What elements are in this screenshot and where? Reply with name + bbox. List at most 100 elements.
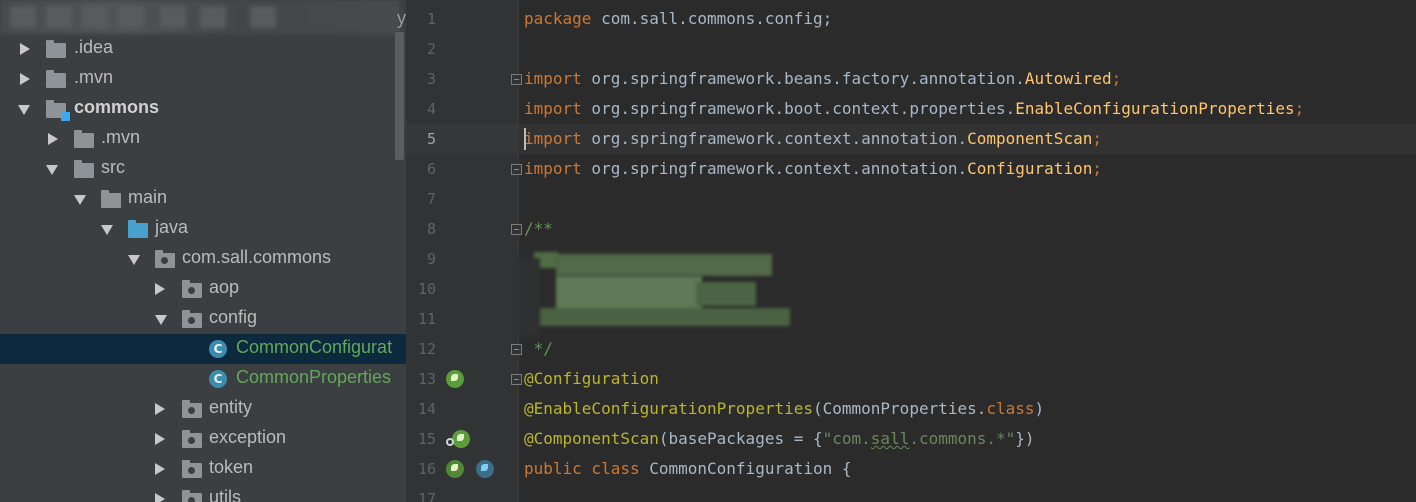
tree-item-package-root[interactable]: com.sall.commons — [0, 244, 406, 274]
chevron-down-icon[interactable] — [46, 165, 58, 175]
package-icon — [155, 250, 175, 268]
code-editor[interactable]: 1 2 3 4 5 6 7 8 9 10 11 12 13 14 15 16 1… — [406, 0, 1416, 502]
tree-item-aop[interactable]: aop — [0, 274, 406, 304]
tree-item-commons-mvn[interactable]: .mvn — [0, 124, 406, 154]
code-line-5[interactable]: import org.springframework.context.annot… — [524, 124, 1102, 154]
import-path: org.springframework.beans.factory.annota… — [581, 69, 1025, 88]
tree-item-label: commons — [74, 97, 160, 117]
project-tree[interactable]: y .idea .mvn commons .mvn src main java … — [0, 0, 406, 502]
annotation: @Configuration — [524, 369, 659, 388]
chevron-right-icon[interactable] — [20, 73, 30, 85]
keyword: public — [524, 459, 582, 478]
chevron-down-icon[interactable] — [128, 255, 140, 265]
tree-item-label: CommonProperties — [236, 367, 392, 387]
line-number: 4 — [426, 100, 436, 118]
line-number: 16 — [417, 460, 436, 478]
folder-icon — [74, 160, 94, 178]
fold-marker-icon[interactable] — [511, 344, 522, 355]
tree-item-src[interactable]: src — [0, 154, 406, 184]
spring-bean-icon[interactable] — [476, 460, 494, 478]
chevron-down-icon[interactable] — [155, 315, 167, 325]
code-line-4[interactable]: import org.springframework.boot.context.… — [524, 94, 1304, 124]
tree-item-label: CommonConfigurat — [236, 337, 393, 357]
chevron-right-icon[interactable] — [155, 463, 165, 475]
fold-marker-icon[interactable] — [511, 224, 522, 235]
class-icon: C — [209, 340, 227, 358]
blurred-doc-line — [556, 254, 772, 276]
tree-item-main[interactable]: main — [0, 184, 406, 214]
tree-item-mvn[interactable]: .mvn — [0, 64, 406, 94]
code-line-15[interactable]: @ComponentScan(basePackages = {"com.sall… — [524, 424, 1035, 454]
project-header-blurred — [0, 0, 400, 34]
tree-item-label: src — [101, 157, 125, 177]
code-line-8[interactable]: /** — [524, 214, 553, 244]
annotation-args: (CommonProperties. — [812, 399, 987, 418]
fold-marker-icon[interactable] — [511, 74, 522, 85]
brace: }) — [1015, 429, 1035, 448]
code-line-16[interactable]: public class CommonConfiguration { — [524, 454, 852, 484]
tree-item-idea[interactable]: .idea — [0, 34, 406, 64]
fold-marker-icon[interactable] — [511, 374, 522, 385]
fold-marker-icon[interactable] — [511, 164, 522, 175]
code-line-3[interactable]: import org.springframework.beans.factory… — [524, 64, 1121, 94]
folder-icon — [74, 130, 94, 148]
chevron-right-icon[interactable] — [48, 133, 58, 145]
source-folder-icon — [128, 220, 148, 238]
tree-item-label: .mvn — [101, 127, 141, 147]
paren: ) — [1034, 399, 1045, 418]
package-icon — [182, 280, 202, 298]
package-icon — [182, 310, 202, 328]
tree-item-java[interactable]: java — [0, 214, 406, 244]
tree-item-utils[interactable]: utils — [0, 484, 406, 502]
import-path: org.springframework.context.annotation. — [581, 159, 968, 178]
tree-item-exception[interactable]: exception — [0, 424, 406, 454]
package-name: com.sall.commons.config; — [591, 9, 833, 28]
ide-window: y .idea .mvn commons .mvn src main java … — [0, 0, 1416, 502]
class-ref: ComponentScan — [967, 129, 1093, 148]
line-number: 12 — [417, 340, 436, 358]
code-line-6[interactable]: import org.springframework.context.annot… — [524, 154, 1102, 184]
chevron-right-icon[interactable] — [155, 283, 165, 295]
code-line-1[interactable]: package com.sall.commons.config; — [524, 4, 832, 34]
package-icon — [182, 430, 202, 448]
spring-bean-run-icon[interactable] — [446, 460, 464, 478]
tree-item-token[interactable]: token — [0, 454, 406, 484]
tree-item-commons[interactable]: commons — [0, 94, 406, 124]
chevron-right-icon[interactable] — [155, 433, 165, 445]
code-line-14[interactable]: @EnableConfigurationProperties(CommonPro… — [524, 394, 1044, 424]
code-line-12[interactable]: */ — [524, 334, 553, 364]
blurred-doc-line — [540, 308, 790, 326]
line-number: 9 — [426, 250, 436, 268]
keyword: class — [581, 459, 640, 478]
chevron-right-icon[interactable] — [155, 403, 165, 415]
tree-item-common-configuration[interactable]: C CommonConfigurat — [0, 334, 406, 364]
chevron-down-icon[interactable] — [74, 195, 86, 205]
line-number: 10 — [417, 280, 436, 298]
class-declaration: CommonConfiguration { — [639, 459, 852, 478]
tree-item-label: java — [155, 217, 189, 237]
blurred-doc-line — [696, 282, 756, 306]
folder-icon — [101, 190, 121, 208]
line-number: 14 — [417, 400, 436, 418]
tree-item-label: token — [209, 457, 254, 477]
tree-item-common-properties[interactable]: C CommonProperties — [0, 364, 406, 394]
annotation: @EnableConfigurationProperties — [524, 399, 813, 418]
spring-component-scan-icon[interactable] — [446, 430, 470, 448]
tree-item-entity[interactable]: entity — [0, 394, 406, 424]
line-number: 15 — [417, 430, 436, 448]
tree-item-config[interactable]: config — [0, 304, 406, 334]
import-path: org.springframework.boot.context.propert… — [581, 99, 1016, 118]
semicolon: ; — [1111, 69, 1122, 88]
spring-config-icon[interactable] — [446, 370, 464, 388]
chevron-right-icon[interactable] — [155, 493, 165, 502]
class-ref: EnableConfigurationProperties — [1015, 99, 1295, 118]
line-number: 8 — [426, 220, 436, 238]
code-line-13[interactable]: @Configuration — [524, 364, 659, 394]
keyword: import — [524, 69, 582, 88]
chevron-right-icon[interactable] — [20, 43, 30, 55]
string-literal: "com. — [822, 429, 871, 448]
chevron-down-icon[interactable] — [101, 225, 113, 235]
tree-item-label: .idea — [74, 37, 114, 57]
keyword: package — [524, 9, 592, 28]
chevron-down-icon[interactable] — [18, 105, 30, 115]
